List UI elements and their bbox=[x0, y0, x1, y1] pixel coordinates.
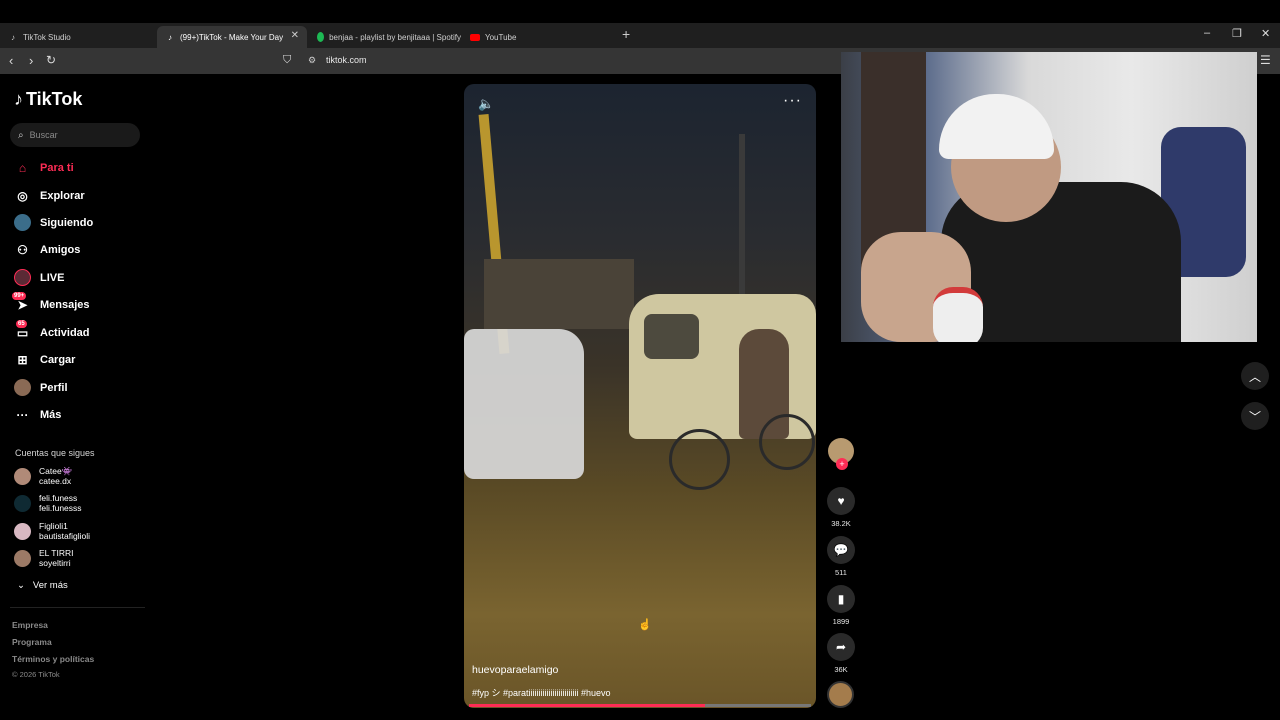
previous-video-button[interactable]: ︿ bbox=[1241, 362, 1269, 390]
reload-icon[interactable]: ↻ bbox=[46, 53, 56, 67]
upload-icon: ⊞ bbox=[17, 352, 28, 367]
nav-live[interactable]: LIVE bbox=[14, 269, 64, 286]
save-button[interactable]: ▮ 1899 bbox=[826, 585, 856, 626]
avatar bbox=[14, 549, 31, 567]
youtube-favicon-icon bbox=[470, 33, 480, 41]
nav-siguiendo[interactable]: Siguiendo bbox=[14, 214, 93, 231]
video-scene bbox=[464, 329, 584, 479]
next-video-button[interactable]: ﹀ bbox=[1241, 402, 1269, 430]
following-account[interactable]: Figlioli1 bautistafiglioli bbox=[14, 521, 90, 541]
nav-amigos[interactable]: ⚇ Amigos bbox=[14, 241, 80, 258]
avatar bbox=[14, 494, 31, 512]
browser-menu-icon[interactable]: ☰ bbox=[1260, 53, 1271, 67]
nav-perfil[interactable]: Perfil bbox=[14, 379, 68, 396]
comment-icon: 💬 bbox=[827, 536, 855, 564]
following-section-title: Cuentas que sigues bbox=[15, 448, 95, 458]
music-disc-icon[interactable] bbox=[827, 681, 854, 708]
footer-link-empresa[interactable]: Empresa bbox=[12, 620, 48, 630]
close-tab-icon[interactable]: ✕ bbox=[291, 30, 299, 41]
volume-icon[interactable]: 🔈 bbox=[478, 96, 494, 112]
minimize-icon[interactable]: – bbox=[1204, 27, 1210, 39]
video-player[interactable]: 🔈 ··· huevoparaelamigo #fyp シ #paratiiii… bbox=[464, 84, 816, 708]
share-button[interactable]: ➦ 36K bbox=[826, 633, 856, 674]
follow-plus-icon[interactable]: + bbox=[836, 458, 848, 470]
nav-para-ti[interactable]: ⌂ Para ti bbox=[14, 159, 74, 176]
messages-icon: ➤ 99+ bbox=[12, 292, 28, 312]
footer-link-programa[interactable]: Programa bbox=[12, 637, 52, 647]
webcam-overlay bbox=[841, 52, 1257, 342]
tiktok-favicon-icon: ♪ bbox=[168, 32, 172, 42]
bookmark-icon: ▮ bbox=[827, 585, 855, 613]
site-settings-icon[interactable]: ⚙ bbox=[308, 55, 316, 66]
profile-avatar-icon bbox=[14, 379, 31, 396]
spotify-favicon-icon bbox=[317, 32, 325, 42]
tab-tiktok-active[interactable]: ♪ (99+)TikTok - Make Your Day ✕ bbox=[157, 26, 307, 48]
url-text[interactable]: tiktok.com bbox=[326, 55, 367, 65]
video-scene bbox=[669, 429, 730, 490]
see-more-button[interactable]: ⌄ Ver más bbox=[17, 580, 68, 591]
following-account[interactable]: feli.funess feli.funesss bbox=[14, 493, 82, 513]
live-avatar-icon bbox=[14, 269, 31, 286]
tab-youtube[interactable]: YouTube bbox=[462, 26, 612, 48]
forward-icon[interactable]: › bbox=[29, 53, 33, 68]
close-window-icon[interactable]: ✕ bbox=[1261, 27, 1270, 40]
avatar bbox=[14, 467, 31, 485]
share-icon: ➦ bbox=[827, 633, 855, 661]
video-scene bbox=[484, 259, 634, 329]
following-account[interactable]: EL TIRRI soyeltirri bbox=[14, 548, 73, 568]
following-avatar-icon bbox=[14, 214, 31, 231]
comments-count: 511 bbox=[835, 568, 847, 577]
webcam-scene bbox=[933, 287, 983, 342]
back-icon[interactable]: ‹ bbox=[9, 53, 13, 68]
bookmark-icon[interactable]: ⛉ bbox=[283, 54, 291, 67]
video-scene bbox=[759, 414, 815, 470]
tab-tiktok-studio[interactable]: ♪ TikTok Studio bbox=[0, 26, 155, 48]
shares-count: 36K bbox=[834, 665, 848, 674]
creator-avatar[interactable]: + bbox=[828, 438, 854, 470]
more-options-icon[interactable]: ··· bbox=[783, 92, 802, 110]
tiktok-favicon-icon: ♪ bbox=[11, 32, 15, 42]
following-account[interactable]: Catee👾 catee.dx bbox=[14, 466, 72, 486]
compass-icon: ◎ bbox=[17, 188, 28, 203]
activity-icon: ▭ 65 bbox=[16, 320, 29, 340]
tiktok-logo[interactable]: ♪ TikTok bbox=[14, 89, 82, 110]
nav-mensajes[interactable]: ➤ 99+ Mensajes bbox=[12, 292, 90, 313]
activity-badge: 65 bbox=[16, 320, 27, 328]
nav-explorar[interactable]: ◎ Explorar bbox=[14, 187, 84, 204]
divider bbox=[10, 607, 145, 608]
heart-icon: ♥ bbox=[827, 487, 855, 515]
comment-button[interactable]: 💬 511 bbox=[826, 536, 856, 577]
footer-link-terminos[interactable]: Términos y políticas bbox=[12, 654, 94, 664]
copyright: © 2026 TikTok bbox=[12, 670, 60, 679]
restore-icon[interactable]: ❐ bbox=[1232, 27, 1242, 40]
nav-actividad[interactable]: ▭ 65 Actividad bbox=[14, 320, 90, 341]
tab-spotify[interactable]: benjaa - playlist by benjitaaa | Spotify bbox=[309, 26, 461, 48]
like-button[interactable]: ♥ 38.2K bbox=[826, 487, 856, 528]
video-progress-bar[interactable] bbox=[469, 704, 811, 707]
chevron-down-icon: ⌄ bbox=[17, 580, 25, 591]
chevron-down-icon: ﹀ bbox=[1248, 409, 1261, 424]
friends-icon: ⚇ bbox=[17, 242, 28, 257]
new-tab-button[interactable]: + bbox=[622, 26, 630, 42]
video-title[interactable]: huevoparaelamigo bbox=[472, 664, 558, 676]
home-icon: ⌂ bbox=[18, 160, 27, 175]
webcam-scene bbox=[939, 94, 1054, 159]
avatar bbox=[14, 522, 31, 540]
search-input[interactable]: ⌕ Buscar bbox=[10, 123, 140, 147]
top-band bbox=[0, 0, 1280, 23]
chevron-up-icon: ︿ bbox=[1248, 369, 1261, 384]
more-dots-icon: ··· bbox=[16, 407, 29, 422]
tiktok-note-icon: ♪ bbox=[14, 89, 23, 109]
video-hashtags[interactable]: #fyp シ #paratiiiiiiiiiiiiiiiiiiiiiiiii #… bbox=[472, 686, 611, 699]
nav-cargar[interactable]: ⊞ Cargar bbox=[14, 351, 75, 368]
saves-count: 1899 bbox=[832, 617, 850, 626]
progress-fill bbox=[469, 704, 705, 707]
nav-mas[interactable]: ··· Más bbox=[14, 406, 62, 423]
hand-cursor-icon: ☝ bbox=[638, 619, 652, 631]
tab-bar: ♪ TikTok Studio ♪ (99+)TikTok - Make You… bbox=[0, 23, 1280, 48]
search-icon: ⌕ bbox=[18, 129, 24, 141]
likes-count: 38.2K bbox=[831, 519, 851, 528]
messages-badge: 99+ bbox=[12, 292, 27, 300]
